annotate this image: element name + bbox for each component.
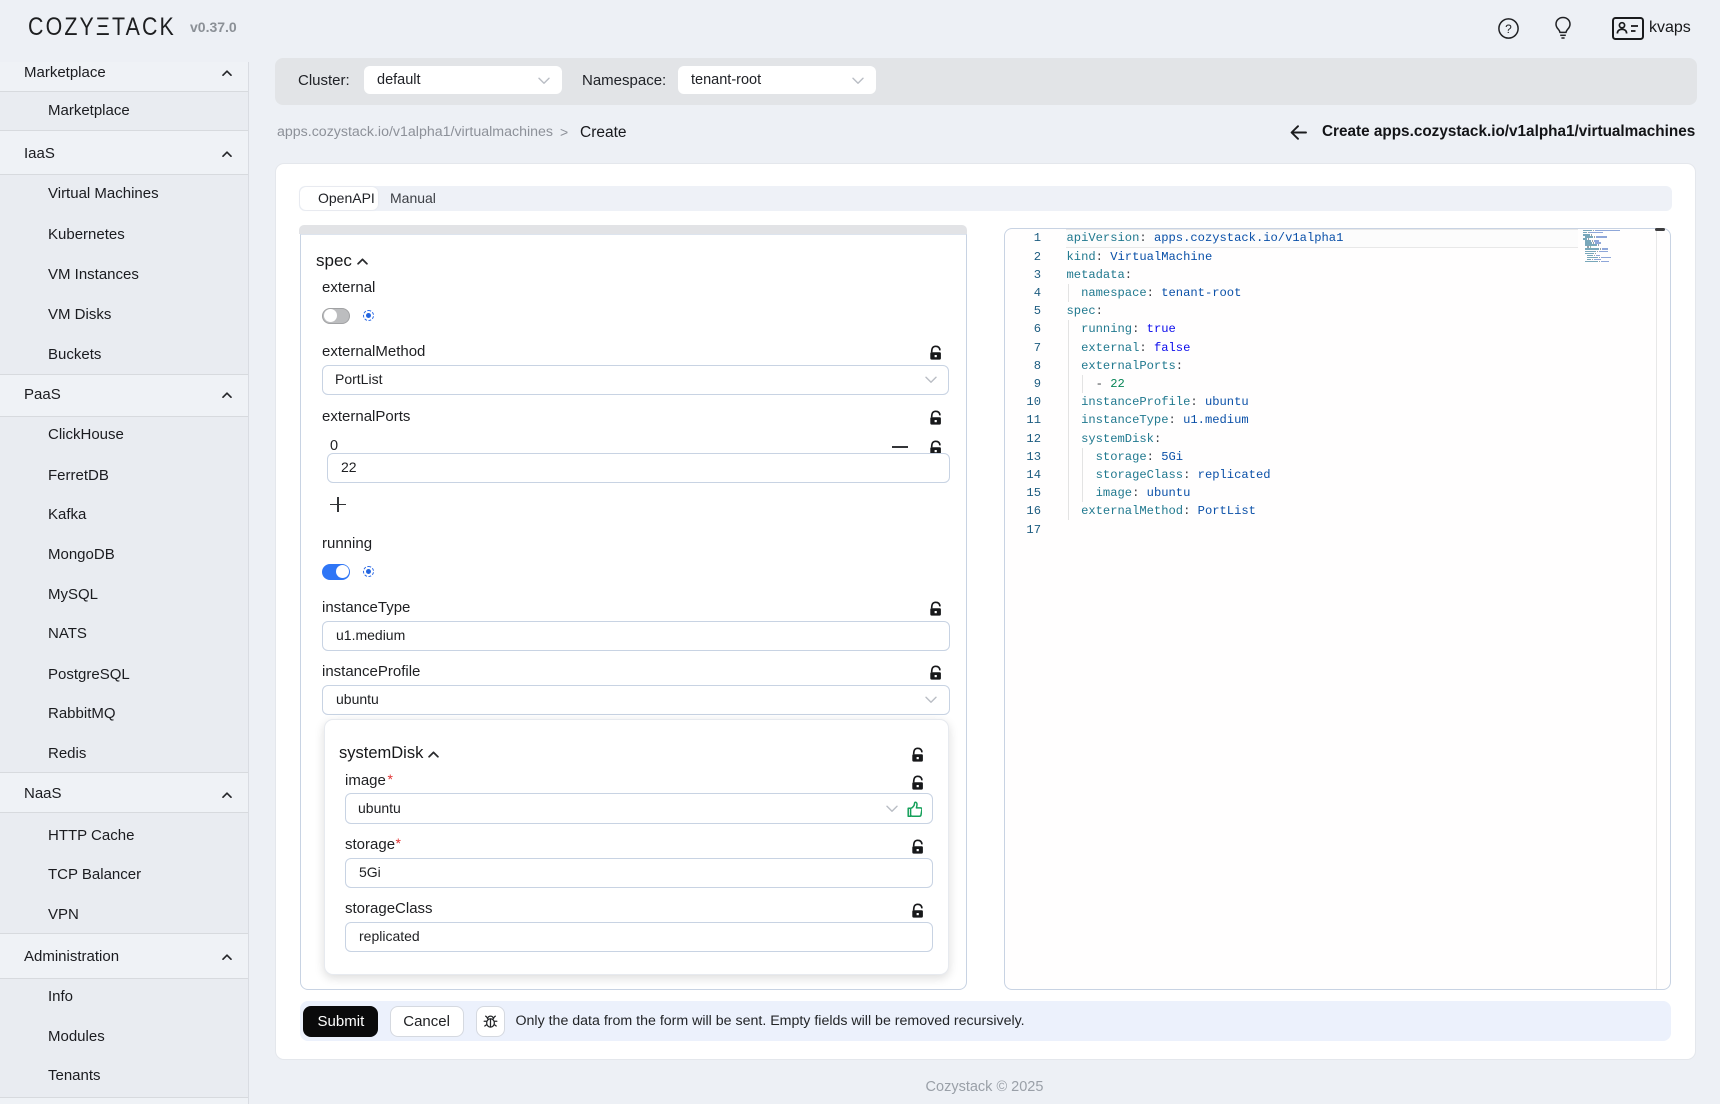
svg-text:?: ?	[1505, 21, 1512, 35]
